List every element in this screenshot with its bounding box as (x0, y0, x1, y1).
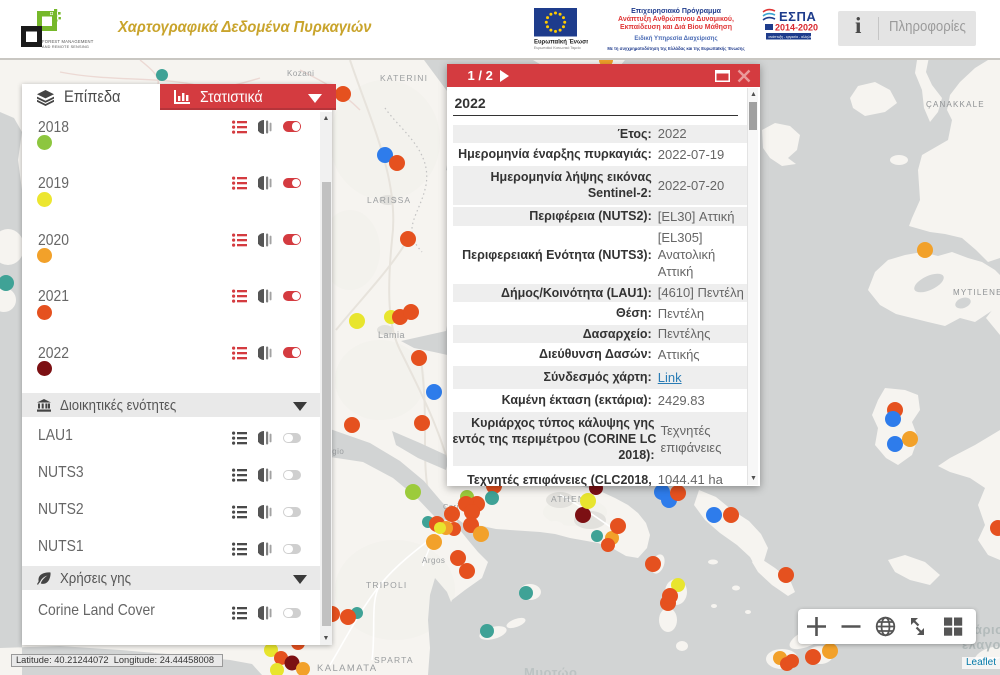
svg-text:LARISSA: LARISSA (367, 195, 411, 205)
svg-text:Lamia: Lamia (378, 330, 405, 340)
svg-text:Μυρτώο: Μυρτώο (524, 665, 577, 675)
svg-text:KALAMATA: KALAMATA (317, 663, 377, 674)
svg-text:AND REMOTE SENSING: AND REMOTE SENSING (42, 45, 89, 49)
svg-text:Argos: Argos (422, 556, 445, 565)
svg-text:2014-2020: 2014-2020 (775, 23, 818, 33)
svg-text:MYTILENE: MYTILENE (953, 288, 1000, 297)
svg-text:KATERINI: KATERINI (380, 73, 428, 83)
svg-text:FOREST MANAGEMENT: FOREST MANAGEMENT (42, 39, 94, 44)
svg-text:άριο: άριο (974, 622, 1000, 637)
svg-text:TRIPOLI: TRIPOLI (366, 580, 407, 590)
svg-text:Kozani: Kozani (287, 69, 314, 78)
svg-text:SPARTA: SPARTA (374, 655, 414, 665)
svg-text:ανάπτυξη - εργασία - αλληλεγγύ: ανάπτυξη - εργασία - αλληλεγγύη (769, 35, 819, 39)
svg-text:Ευρωπαϊκή Ένωση: Ευρωπαϊκή Ένωση (534, 40, 588, 46)
svg-text:Ευρωπαϊκό Κοινωνικό Ταμείο: Ευρωπαϊκό Κοινωνικό Ταμείο (534, 46, 581, 50)
svg-text:ÇANAKKALE: ÇANAKKALE (926, 100, 985, 109)
